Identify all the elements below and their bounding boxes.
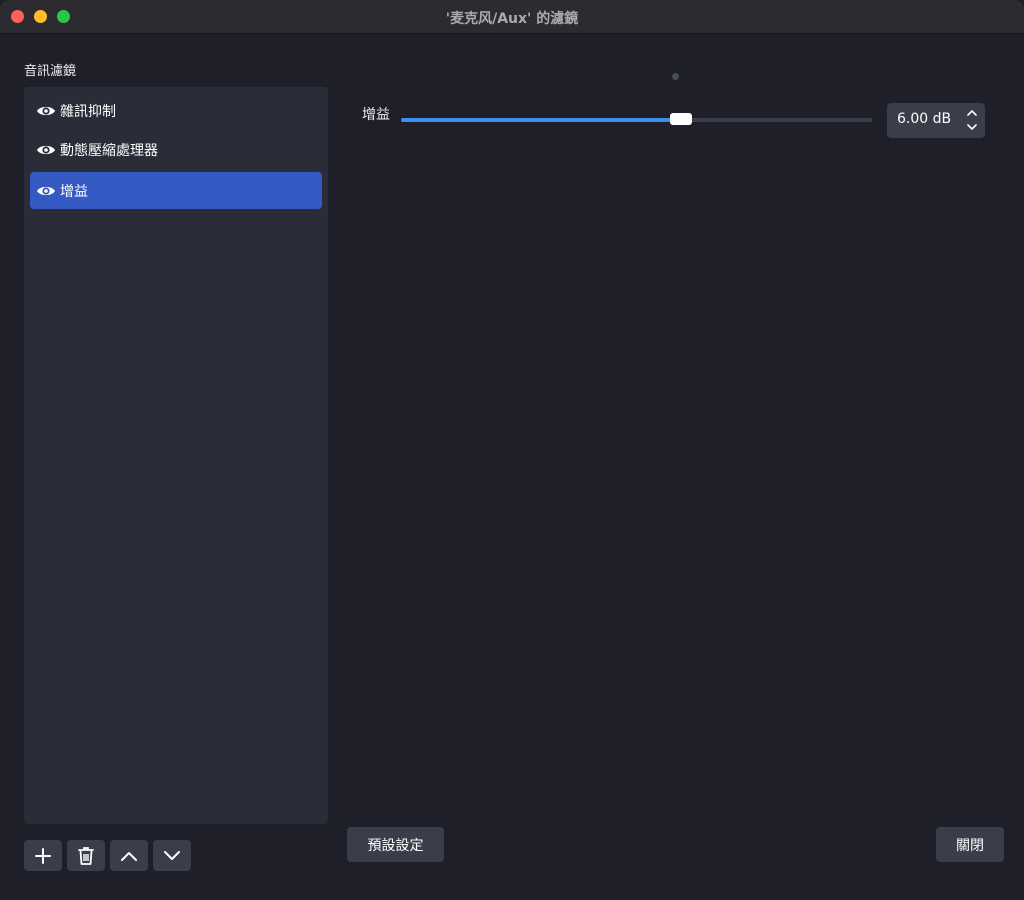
trash-icon [78,846,94,865]
defaults-button[interactable]: 預設設定 [347,827,444,862]
chevron-up-icon[interactable] [965,107,979,119]
move-filter-down-button[interactable] [153,840,191,871]
filter-list[interactable]: 雜訊抑制 動態壓縮處理器 增益 [24,87,328,824]
chevron-up-icon [121,851,137,861]
filter-item-label: 增益 [60,183,88,200]
gain-label: 增益 [362,107,390,123]
remove-filter-button[interactable] [67,840,105,871]
close-button[interactable]: 關閉 [936,827,1004,862]
audio-filters-label: 音訊濾鏡 [24,64,77,79]
filters-window: '麦克风/Aux' 的濾鏡 音訊濾鏡 雜訊抑制 動態壓縮處理器 增益 增益 6.… [0,0,1024,900]
filter-item-compressor[interactable]: 動態壓縮處理器 [30,131,322,168]
gain-slider-fill [401,118,682,122]
filter-item-noise-suppression[interactable]: 雜訊抑制 [30,92,322,129]
eye-icon[interactable] [36,143,56,157]
title-bar[interactable]: '麦克风/Aux' 的濾鏡 [0,0,1024,34]
filter-properties-panel [340,87,1000,817]
eye-icon[interactable] [36,104,56,118]
filter-item-label: 動態壓縮處理器 [60,142,158,159]
add-filter-button[interactable] [24,840,62,871]
gain-value[interactable]: 6.00 dB [897,111,951,127]
window-title: '麦克风/Aux' 的濾鏡 [445,11,579,27]
move-filter-up-button[interactable] [110,840,148,871]
eye-icon[interactable] [36,184,56,198]
plus-icon [35,847,51,864]
splitter-handle[interactable] [672,73,679,80]
gain-slider[interactable] [401,113,872,125]
gain-slider-thumb[interactable] [670,113,693,125]
chevron-down-icon[interactable] [965,121,979,133]
filter-item-label: 雜訊抑制 [60,103,116,120]
filter-item-gain[interactable]: 增益 [30,172,322,209]
gain-spinbox[interactable]: 6.00 dB [887,103,985,138]
chevron-down-icon [164,850,180,860]
